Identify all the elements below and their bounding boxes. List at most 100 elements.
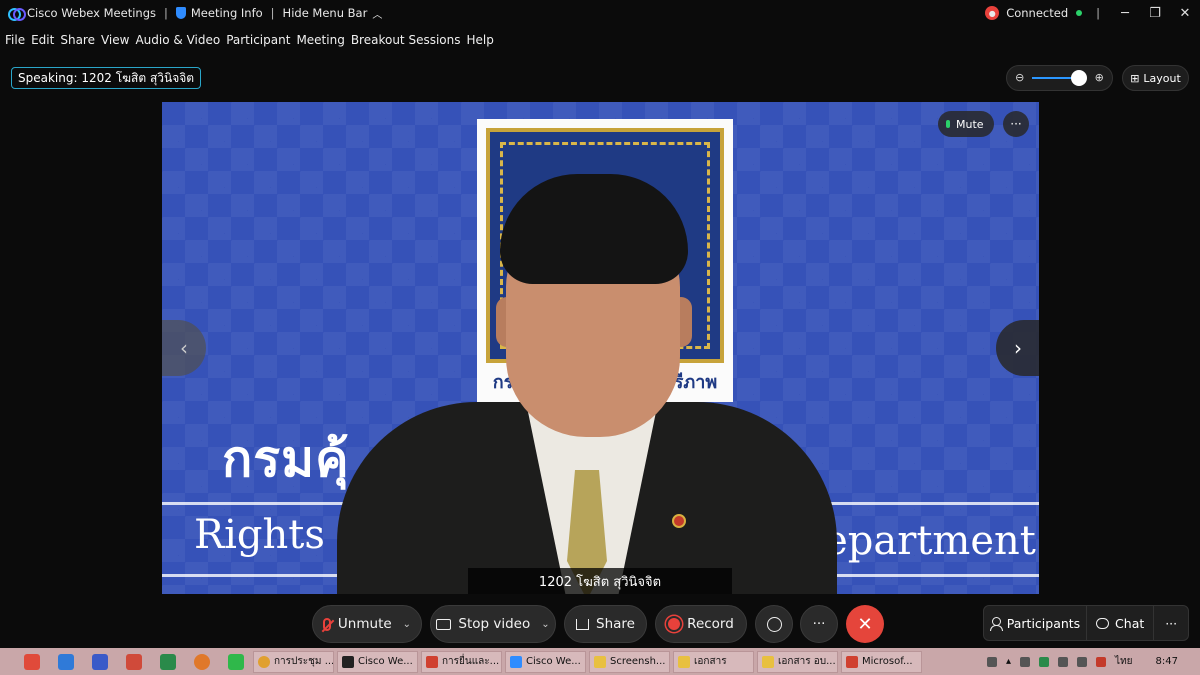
system-tray: ▴ ไทย 8:47 <box>987 654 1200 669</box>
taskbar-window-button[interactable]: Microsof... <box>841 650 922 673</box>
taskbar-window-label: การยื่นและ... <box>442 656 500 667</box>
layout-button[interactable]: ⊞ Layout <box>1122 65 1189 91</box>
stop-video-button[interactable]: Stop video ⌄ <box>430 605 556 643</box>
menu-meeting[interactable]: Meeting <box>296 33 344 47</box>
hide-menu-bar-button[interactable]: Hide Menu Bar ︿ <box>283 6 383 21</box>
record-icon <box>668 618 681 630</box>
menu-audio-video[interactable]: Audio & Video <box>135 33 220 47</box>
internet-explorer-icon[interactable] <box>58 653 74 670</box>
taskbar-window-button[interactable]: เอกสาร <box>673 650 754 673</box>
taskbar-window-label: เอกสาร อบ... <box>778 656 836 667</box>
app-icon[interactable] <box>126 653 142 670</box>
participant-name-tag: 1202 โฆสิต สุวินิจจิต <box>468 568 732 594</box>
more-options-button[interactable]: ··· <box>800 605 838 643</box>
close-button[interactable]: ✕ <box>1170 6 1200 21</box>
panel-more-button[interactable]: ··· <box>1154 606 1188 640</box>
camera-icon <box>436 618 452 630</box>
shield-icon <box>175 7 186 19</box>
taskbar-window-label: เอกสาร <box>694 656 727 667</box>
chat-bubble-icon <box>1096 617 1110 629</box>
menu-edit[interactable]: Edit <box>31 33 54 47</box>
share-icon <box>576 618 590 630</box>
app-name: Cisco Webex Meetings <box>27 6 156 20</box>
tray-expand-icon[interactable]: ▴ <box>1006 656 1011 667</box>
webex-window: Cisco Webex Meetings | Meeting Info | Hi… <box>0 0 1200 675</box>
chevron-down-icon[interactable]: ⌄ <box>403 619 411 630</box>
folder-icon <box>762 655 774 668</box>
folder-icon <box>678 655 690 668</box>
menu-help[interactable]: Help <box>467 33 494 47</box>
volume-icon[interactable] <box>1077 656 1088 667</box>
meeting-info-button[interactable]: Meeting Info <box>175 6 263 20</box>
title-bar: Cisco Webex Meetings | Meeting Info | Hi… <box>0 0 1200 26</box>
taskbar-window-button[interactable]: Cisco We... <box>505 650 586 673</box>
unmute-label: Unmute <box>337 616 392 632</box>
taskbar-window-button[interactable]: การยื่นและ... <box>421 650 502 673</box>
chat-button[interactable]: Chat <box>1087 606 1155 640</box>
share-button[interactable]: Share <box>564 605 647 643</box>
menu-participant[interactable]: Participant <box>226 33 290 47</box>
taskbar-window-label: Screensh... <box>610 656 666 667</box>
input-language[interactable]: ไทย <box>1115 654 1132 669</box>
record-button[interactable]: Record <box>655 605 747 643</box>
menu-bar: File Edit Share View Audio & Video Parti… <box>0 30 494 50</box>
unmute-button[interactable]: Unmute ⌄ <box>312 605 422 643</box>
clock[interactable]: 8:47 <box>1156 656 1178 667</box>
menu-file[interactable]: File <box>5 33 25 47</box>
layout-label: Layout <box>1143 71 1181 85</box>
panel-buttons: Participants Chat ··· <box>983 605 1189 641</box>
line-icon[interactable] <box>228 653 244 670</box>
start-app-icon[interactable] <box>24 653 40 670</box>
lapel-pin <box>672 514 686 528</box>
speaking-indicator: Speaking: 1202 โฆสิต สุวินิจจิต <box>11 67 202 89</box>
taskbar-window-label: การประชุม ... <box>274 656 334 667</box>
firefox-icon[interactable] <box>194 653 210 670</box>
keyboard-icon[interactable] <box>987 656 998 667</box>
taskbar-window-button[interactable]: การประชุม ... <box>253 650 334 673</box>
network-icon[interactable] <box>1020 656 1031 667</box>
connected-dot-icon <box>1076 10 1083 16</box>
minimize-button[interactable]: ─ <box>1110 6 1140 21</box>
zoom-slider[interactable] <box>1031 70 1088 86</box>
excel-icon[interactable] <box>160 653 176 670</box>
layout-grid-icon: ⊞ <box>1130 71 1140 85</box>
reactions-button[interactable] <box>755 605 793 643</box>
zoom-slider-thumb[interactable] <box>1071 70 1088 86</box>
folder-icon <box>594 655 606 668</box>
menu-breakout-sessions[interactable]: Breakout Sessions <box>351 33 461 47</box>
app-title: Cisco Webex Meetings <box>8 6 156 21</box>
webex-logo-icon <box>510 655 522 668</box>
share-label: Share <box>596 616 635 632</box>
zoom-control: ⊖ ⊕ <box>1006 65 1113 91</box>
stop-video-label: Stop video <box>458 616 531 632</box>
chevron-up-icon: ︿ <box>372 9 383 21</box>
battery-icon[interactable] <box>1058 656 1069 667</box>
taskbar-window-button[interactable]: เอกสาร อบ... <box>757 650 838 673</box>
recording-status-icon: ● <box>985 6 1000 20</box>
participants-label: Participants <box>1006 615 1081 631</box>
participants-button[interactable]: Participants <box>984 606 1087 640</box>
menu-share[interactable]: Share <box>60 33 95 47</box>
word-icon[interactable] <box>92 653 108 670</box>
chevron-down-icon[interactable]: ⌄ <box>541 619 549 630</box>
taskbar-window-label: Microsof... <box>862 656 913 667</box>
video-more-options-button[interactable]: ··· <box>1003 111 1029 137</box>
zoom-out-icon[interactable]: ⊖ <box>1014 72 1026 84</box>
restore-button[interactable]: ❐ <box>1140 6 1170 21</box>
security-icon[interactable] <box>1039 656 1050 667</box>
menu-view[interactable]: View <box>101 33 129 47</box>
meeting-info-label: Meeting Info <box>190 6 263 20</box>
end-meeting-button[interactable]: ✕ <box>846 605 884 643</box>
smiley-icon <box>766 616 782 632</box>
taskbar-window-button[interactable]: Screensh... <box>589 650 670 673</box>
webex-logo-icon <box>8 7 26 21</box>
hide-menu-bar-label: Hide Menu Bar <box>282 6 368 20</box>
mute-participant-button[interactable]: Mute <box>938 111 994 137</box>
windows-taskbar: การประชุม ... Cisco We... การยื่นและ... … <box>0 648 1200 675</box>
taskbar-window-button[interactable]: Cisco We... <box>337 650 418 673</box>
taskbar-window-label: Cisco We... <box>526 656 581 667</box>
title-separator: | <box>164 6 168 20</box>
notification-icon[interactable] <box>1096 656 1107 667</box>
person-icon <box>989 616 1003 631</box>
zoom-in-icon[interactable]: ⊕ <box>1093 72 1105 84</box>
